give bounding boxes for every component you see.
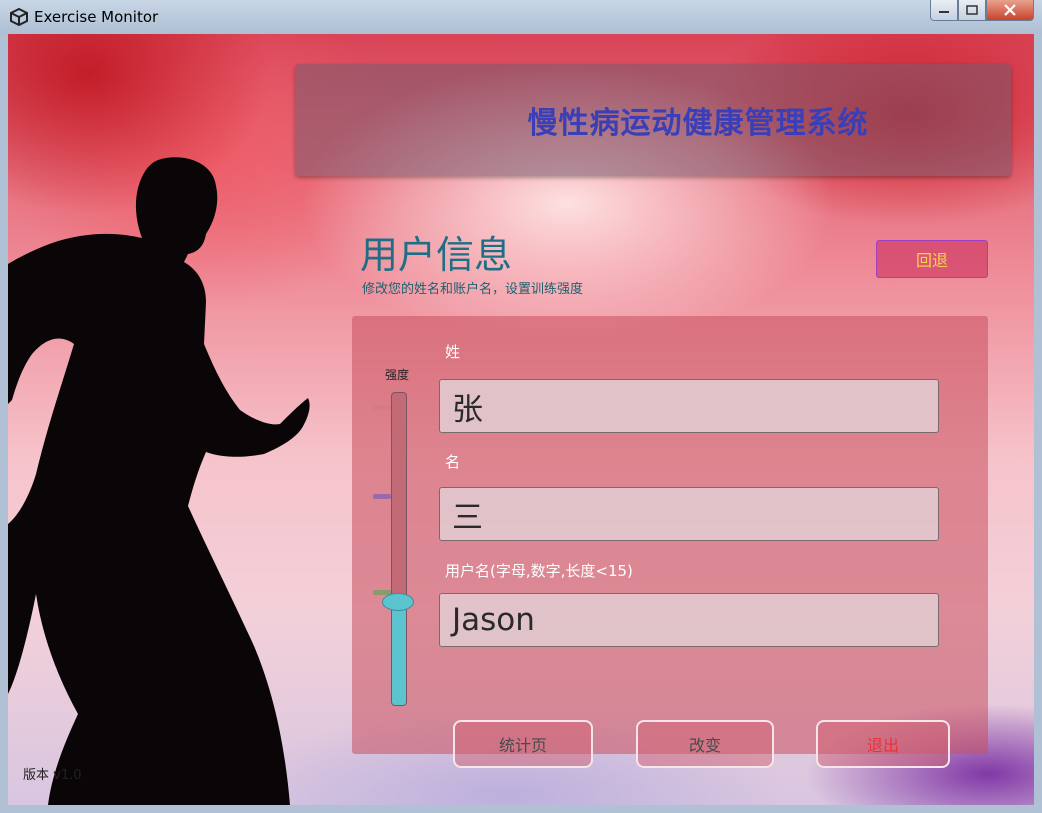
header-banner: 慢性病运动健康管理系统 — [295, 64, 1011, 176]
intensity-slider[interactable] — [391, 392, 407, 706]
username-label: 用户名(字母,数字,长度<15) — [445, 562, 633, 580]
intensity-slider-handle[interactable] — [382, 593, 414, 611]
maximize-button[interactable] — [958, 0, 986, 21]
version-label: 版本 v1.0 — [23, 768, 82, 783]
last-name-label: 姓 — [445, 343, 461, 361]
user-info-panel: 强度 姓 张 名 三 用户名(字母,数字,长度<15) Jason 统计页 改变… — [352, 316, 988, 768]
runner-silhouette-image — [8, 157, 310, 805]
window-border-left — [0, 34, 8, 813]
window-border-right — [1034, 34, 1042, 813]
minimize-button[interactable] — [930, 0, 958, 21]
close-icon — [1004, 4, 1016, 16]
last-name-input[interactable]: 张 — [439, 379, 939, 433]
page-subtitle: 修改您的姓名和账户名，设置训练强度 — [362, 282, 584, 297]
first-name-label: 名 — [445, 453, 461, 471]
intensity-tick-medium — [373, 494, 391, 499]
intensity-slider-fill — [392, 601, 406, 705]
maximize-icon — [966, 5, 978, 15]
close-button[interactable] — [986, 0, 1034, 21]
window-titlebar: Exercise Monitor — [0, 0, 1042, 34]
window-border-bottom — [0, 805, 1042, 813]
username-input[interactable]: Jason — [439, 593, 939, 647]
exit-button[interactable]: 退出 — [816, 720, 950, 768]
intensity-tick-high — [373, 405, 391, 410]
back-button[interactable]: 回退 — [876, 240, 988, 278]
intensity-label: 强度 — [385, 368, 410, 382]
first-name-input[interactable]: 三 — [439, 487, 939, 541]
window-title: Exercise Monitor — [34, 8, 159, 26]
minimize-icon — [939, 11, 949, 13]
unity-logo-icon — [10, 8, 28, 26]
change-button[interactable]: 改变 — [636, 720, 774, 768]
stats-page-button[interactable]: 统计页 — [453, 720, 593, 768]
app-canvas: 慢性病运动健康管理系统 用户信息 修改您的姓名和账户名，设置训练强度 回退 强度… — [8, 34, 1034, 805]
page-title: 用户信息 — [360, 233, 513, 277]
window-controls — [930, 0, 1034, 21]
system-title: 慢性病运动健康管理系统 — [527, 106, 869, 141]
